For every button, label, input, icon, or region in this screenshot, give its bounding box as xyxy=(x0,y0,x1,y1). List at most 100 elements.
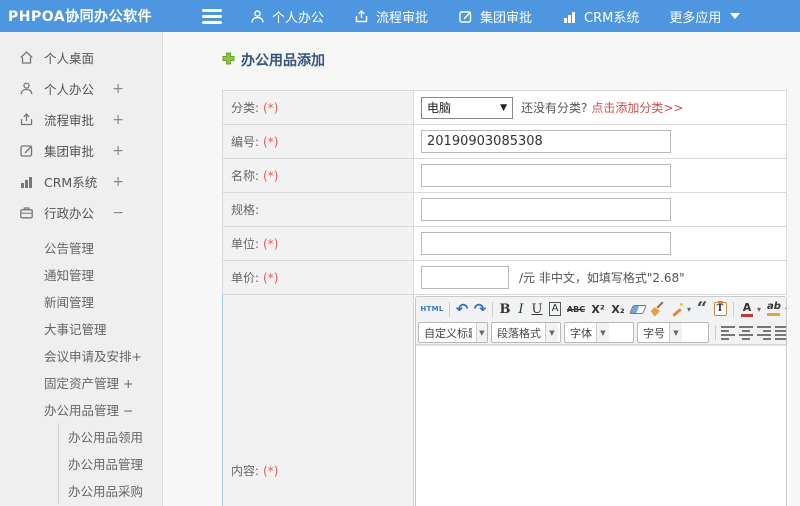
sidebar-item-label: 新闻管理 xyxy=(44,295,95,310)
name-input[interactable] xyxy=(421,164,671,187)
nav-group-approval[interactable]: 集团审批 xyxy=(458,7,532,26)
strikethrough-button[interactable]: ABC xyxy=(564,299,588,319)
blockquote-button[interactable]: “ xyxy=(694,298,710,319)
sidebar: 个人桌面 个人办公 + 流程审批 + 集团审批 + CRM系统 + 行政办公 −… xyxy=(0,32,163,506)
sidebar-item-personal-office[interactable]: 个人办公 + xyxy=(0,73,162,104)
sidebar-item-crm-system[interactable]: CRM系统 + xyxy=(0,166,162,197)
field-label: 编号: xyxy=(231,135,260,149)
sidebar-item-meeting-mgmt[interactable]: 会议申请及安排+ xyxy=(0,342,162,369)
expand-plus-icon[interactable]: + xyxy=(112,81,124,97)
expand-plus-icon[interactable]: + xyxy=(112,143,124,159)
add-plus-icon xyxy=(222,52,235,68)
category-label-cell: 分类: (*) xyxy=(223,91,414,124)
source-code-button[interactable]: HTML xyxy=(418,299,446,319)
sidebar-item-label: CRM系统 xyxy=(44,175,98,190)
paragraph-format-select[interactable]: 段落格式 ▼ xyxy=(491,322,561,343)
underline-button[interactable]: U xyxy=(528,299,546,319)
form-row-code: 编号: (*) xyxy=(223,125,786,159)
sidebar-item-fixed-assets-mgmt[interactable]: 固定资产管理 + xyxy=(0,369,162,396)
caret-down-icon: ▼ xyxy=(596,323,609,342)
briefcase-icon xyxy=(19,205,36,220)
form-row-category: 分类: (*) 电脑 ▼ 还没有分类? 点击添加分类>> xyxy=(223,91,786,125)
nav-process-approval[interactable]: 流程审批 xyxy=(354,7,428,26)
bold-button[interactable]: B xyxy=(496,299,514,319)
required-mark: (*) xyxy=(263,100,279,115)
required-mark: (*) xyxy=(263,463,279,478)
price-input[interactable] xyxy=(421,266,509,289)
price-label-cell: 单价: (*) xyxy=(223,261,414,294)
code-label-cell: 编号: (*) xyxy=(223,125,414,158)
align-left-icon[interactable] xyxy=(721,325,735,340)
sidebar-item-label: 行政办公 xyxy=(44,206,95,221)
sidebar-item-label: 办公用品采购 xyxy=(68,484,144,499)
hamburger-menu-icon[interactable] xyxy=(202,8,222,24)
font-style-button[interactable]: A xyxy=(546,299,564,319)
content-label-cell: 内容: (*) xyxy=(222,295,414,506)
nav-personal-office[interactable]: 个人办公 xyxy=(250,7,324,26)
form-row-name: 名称: (*) xyxy=(223,159,786,193)
font-size-select[interactable]: 字号 ▼ xyxy=(637,322,709,343)
sidebar-item-personal-desktop[interactable]: 个人桌面 xyxy=(0,42,162,73)
format-brush-icon[interactable] xyxy=(648,299,668,319)
sidebar-item-supplies-receive[interactable]: 办公用品领用 xyxy=(59,423,162,450)
custom-heading-select[interactable]: 自定义标题▼ xyxy=(418,322,488,343)
rich-text-editor: HTML ↶ ↷ B I U A ABC X² X₂ ▾ “ T A ▾ ab … xyxy=(415,296,787,506)
field-label: 内容: xyxy=(231,464,260,478)
font-family-select[interactable]: 字体 ▼ xyxy=(564,322,634,343)
sidebar-item-supplies-purchase[interactable]: 办公用品采购 xyxy=(59,477,162,504)
code-input[interactable] xyxy=(421,130,671,153)
sidebar-item-label: 集团审批 xyxy=(44,144,95,159)
sidebar-item-supplies-manage[interactable]: 办公用品管理 xyxy=(59,450,162,477)
share-box-icon xyxy=(19,112,36,127)
align-right-icon[interactable] xyxy=(757,325,771,340)
sidebar-item-label: 会议申请及安排+ xyxy=(44,349,142,364)
sidebar-item-events-mgmt[interactable]: 大事记管理 xyxy=(0,315,162,342)
nav-more-apps[interactable]: 更多应用 xyxy=(669,7,741,26)
nav-crm-system[interactable]: CRM系统 xyxy=(562,7,639,26)
superscript-button[interactable]: X² xyxy=(588,299,608,319)
bar-chart-icon xyxy=(19,174,36,189)
sidebar-item-news-mgmt[interactable]: 新闻管理 xyxy=(0,288,162,315)
highlight-color-button[interactable]: ab▾ xyxy=(763,299,786,319)
field-label: 分类: xyxy=(231,101,260,115)
field-label: 名称: xyxy=(231,169,260,183)
category-select[interactable]: 电脑 ▼ xyxy=(421,96,513,119)
redo-icon[interactable]: ↷ xyxy=(471,299,489,319)
app-logo: PHPOA协同办公软件 xyxy=(8,9,153,25)
collapse-minus-icon[interactable]: − xyxy=(112,205,124,221)
sidebar-item-admin-office[interactable]: 行政办公 − xyxy=(0,197,162,228)
font-color-button[interactable]: A ▾ xyxy=(737,299,763,319)
add-category-link[interactable]: 点击添加分类>> xyxy=(591,99,683,116)
sidebar-item-notice-mgmt[interactable]: 通知管理 xyxy=(0,261,162,288)
sidebar-item-office-supplies-mgmt[interactable]: 办公用品管理 − xyxy=(0,396,162,423)
unit-input[interactable] xyxy=(421,232,671,255)
sidebar-item-group-approval[interactable]: 集团审批 + xyxy=(0,135,162,166)
page-title: 办公用品添加 xyxy=(222,50,800,70)
office-supply-form: 分类: (*) 电脑 ▼ 还没有分类? 点击添加分类>> 编号: (*) 201… xyxy=(222,90,788,506)
field-label: 规格: xyxy=(231,203,260,217)
sidebar-item-announcement-mgmt[interactable]: 公告管理 xyxy=(0,234,162,261)
expand-plus-icon[interactable]: + xyxy=(112,174,124,190)
toolbar-separator xyxy=(715,325,716,340)
share-box-icon xyxy=(354,9,369,24)
toolbar-separator xyxy=(733,301,734,317)
quick-format-icon[interactable]: ▾ xyxy=(668,299,694,319)
expand-plus-icon[interactable]: + xyxy=(112,112,124,128)
align-center-icon[interactable] xyxy=(739,325,753,340)
content-value-cell: HTML ↶ ↷ B I U A ABC X² X₂ ▾ “ T A ▾ ab … xyxy=(414,295,788,506)
subscript-button[interactable]: X₂ xyxy=(608,299,628,319)
editor-toolbar-row1: HTML ↶ ↷ B I U A ABC X² X₂ ▾ “ T A ▾ ab xyxy=(416,297,786,321)
bar-chart-icon xyxy=(562,9,577,24)
sidebar-item-process-approval[interactable]: 流程审批 + xyxy=(0,104,162,135)
align-justify-icon[interactable] xyxy=(775,325,786,340)
editor-content-area[interactable] xyxy=(416,345,786,506)
paste-as-text-icon[interactable]: T xyxy=(710,299,730,319)
no-category-note: 还没有分类? xyxy=(521,101,588,115)
page-title-text: 办公用品添加 xyxy=(241,53,325,69)
sidebar-item-label: 大事记管理 xyxy=(44,322,107,337)
eraser-icon[interactable] xyxy=(628,299,648,319)
undo-icon[interactable]: ↶ xyxy=(453,299,471,319)
name-label-cell: 名称: (*) xyxy=(223,159,414,192)
spec-input[interactable] xyxy=(421,198,671,221)
italic-button[interactable]: I xyxy=(514,299,528,319)
